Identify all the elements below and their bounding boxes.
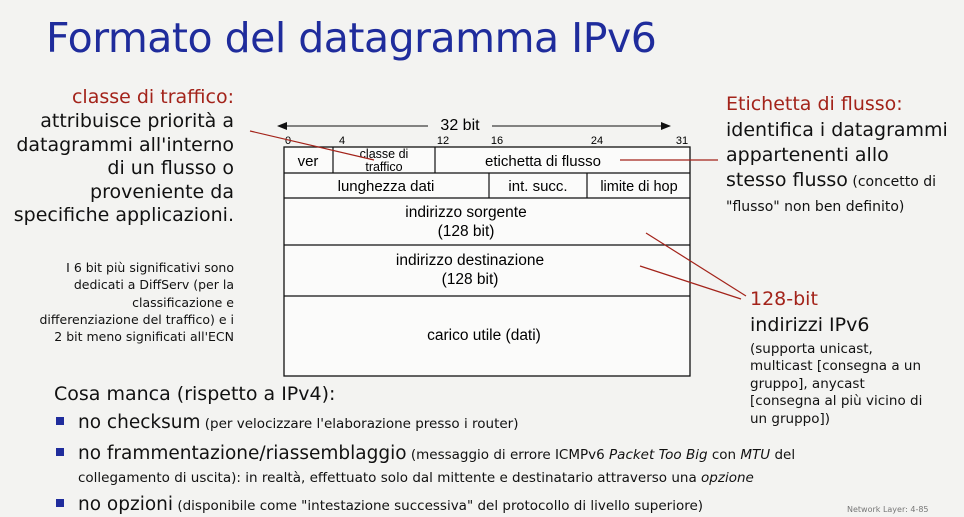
bullet-detail: (disponibile come "intestazione successi… [173,498,704,514]
missing-heading: Cosa manca (rispetto a IPv4): [54,383,336,405]
bullet-no-fragmentation-continued: collegamento di uscita): in realtà, effe… [78,470,754,486]
field-source-address-bits: (128 bit) [438,223,495,240]
field-next-header: int. succ. [508,178,567,195]
bullet-detail-italic: opzione [701,470,754,486]
bullet-no-options: no opzioni (disponibile come "intestazio… [56,494,703,515]
bit-tick: 12 [437,135,449,147]
bit-tick: 24 [591,135,603,147]
bullet-no-fragmentation: no frammentazione/riassemblaggio (messag… [56,443,795,464]
bullet-detail: collegamento di uscita): in realtà, effe… [78,470,702,486]
bullet-detail: (per velocizzare l'elaborazione presso i… [200,416,519,432]
field-flow-label: etichetta di flusso [485,153,601,170]
bit-tick: 16 [491,135,503,147]
bullet-main: no frammentazione/riassemblaggio [78,443,407,464]
field-hop-limit: limite di hop [600,179,677,195]
bullet-detail-italic: Packet Too Big [609,447,708,463]
bullet-detail: (messaggio di errore ICMPv6 [406,447,610,463]
bullet-square-icon [56,448,64,456]
bullet-main: no opzioni [78,494,174,515]
bullet-detail: del [770,447,796,463]
field-payload-length: lunghezza dati [338,178,435,195]
field-source-address: indirizzo sorgente [405,204,526,221]
field-destination-address-bits: (128 bit) [442,271,499,288]
slide-footer: Network Layer: 4-85 [847,505,929,514]
bullet-detail: con [707,447,741,463]
bullet-square-icon [56,499,64,507]
field-destination-address: indirizzo destinazione [396,252,544,269]
bullet-detail-italic: MTU [740,447,771,463]
bit-tick: 31 [676,135,688,147]
field-version: ver [298,153,319,170]
ipv6-header-diagram: 32 bit 0 4 12 16 24 31 ver classe di tra… [249,117,747,377]
field-traffic-class-2: traffico [365,160,402,174]
bullet-main: no checksum [78,412,201,433]
width-label: 32 bit [440,117,480,134]
field-payload: carico utile (dati) [427,327,541,344]
bullet-square-icon [56,417,64,425]
bit-tick: 4 [339,135,345,147]
bullet-no-checksum: no checksum (per velocizzare l'elaborazi… [56,412,519,433]
